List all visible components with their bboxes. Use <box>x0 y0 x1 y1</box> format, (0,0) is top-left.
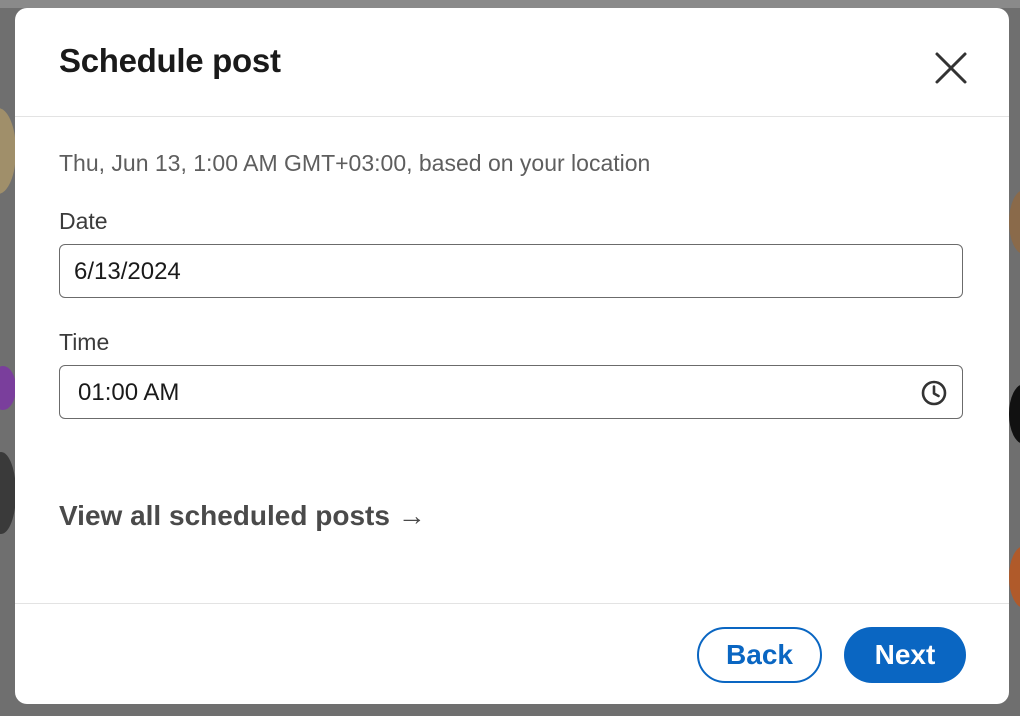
view-all-scheduled-posts-link[interactable]: View all scheduled posts → <box>59 500 426 532</box>
back-button[interactable]: Back <box>697 627 822 683</box>
date-input[interactable]: 6/13/2024 <box>59 244 963 298</box>
time-input[interactable]: 01:00 AM <box>59 365 963 419</box>
background-avatar <box>1009 190 1020 254</box>
schedule-summary: Thu, Jun 13, 1:00 AM GMT+03:00, based on… <box>59 150 651 176</box>
next-button[interactable]: Next <box>844 627 966 683</box>
close-button[interactable] <box>929 46 973 90</box>
dialog-footer: Back Next <box>15 603 1009 704</box>
background-avatar <box>0 366 16 410</box>
dialog-header: Schedule post <box>15 8 1009 117</box>
background-avatar <box>0 108 16 194</box>
time-value: 01:00 AM <box>78 379 180 406</box>
clock-icon[interactable] <box>920 379 948 407</box>
background-avatar <box>0 452 16 534</box>
dialog-title: Schedule post <box>59 42 281 79</box>
date-value: 6/13/2024 <box>74 258 181 285</box>
background-strip <box>0 0 1020 8</box>
date-label: Date <box>59 208 108 234</box>
background-avatar <box>1009 384 1020 444</box>
close-icon <box>935 52 967 84</box>
schedule-post-dialog: Schedule post Thu, Jun 13, 1:00 AM GMT+0… <box>15 8 1009 704</box>
time-label: Time <box>59 329 110 355</box>
background-avatar <box>1009 546 1020 608</box>
